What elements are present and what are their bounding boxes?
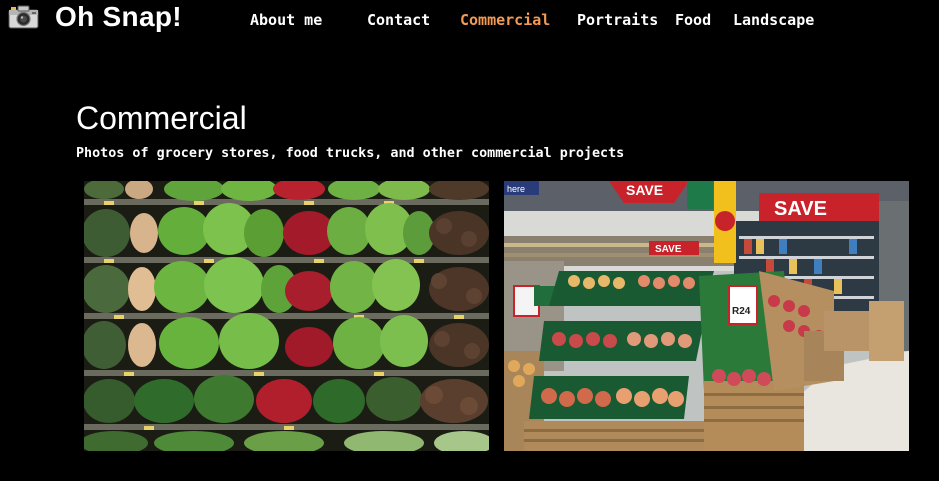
- brand-title: Oh Snap!: [55, 1, 182, 32]
- here-sign-text: here: [507, 184, 525, 194]
- photo-gallery: SAVE SAVE here SAVE R24: [84, 181, 909, 451]
- nav-food[interactable]: Food: [675, 10, 711, 30]
- page-subtitle: Photos of grocery stores, food trucks, a…: [76, 146, 625, 161]
- produce-shelves-photo[interactable]: [84, 181, 489, 451]
- save-banner-top-text: SAVE: [626, 182, 663, 198]
- brand[interactable]: Oh Snap!: [8, 0, 182, 34]
- page: Oh Snap! About me Contact Commercial Por…: [0, 0, 939, 481]
- nav-about-me[interactable]: About me: [250, 10, 322, 30]
- supermarket-aisle-photo[interactable]: SAVE SAVE here SAVE R24: [504, 181, 909, 451]
- nav-portraits[interactable]: Portraits: [577, 10, 658, 30]
- nav-landscape[interactable]: Landscape: [733, 10, 814, 30]
- nav-commercial[interactable]: Commercial: [460, 10, 550, 30]
- small-save-sign-text: SAVE: [655, 244, 682, 255]
- page-title: Commercial: [76, 100, 247, 136]
- nav-contact[interactable]: Contact: [367, 10, 430, 30]
- price-sign-text: R24: [732, 306, 751, 317]
- camera-icon: [8, 5, 39, 29]
- save-banner-text: SAVE: [774, 198, 827, 220]
- site-header: Oh Snap! About me Contact Commercial Por…: [0, 0, 939, 40]
